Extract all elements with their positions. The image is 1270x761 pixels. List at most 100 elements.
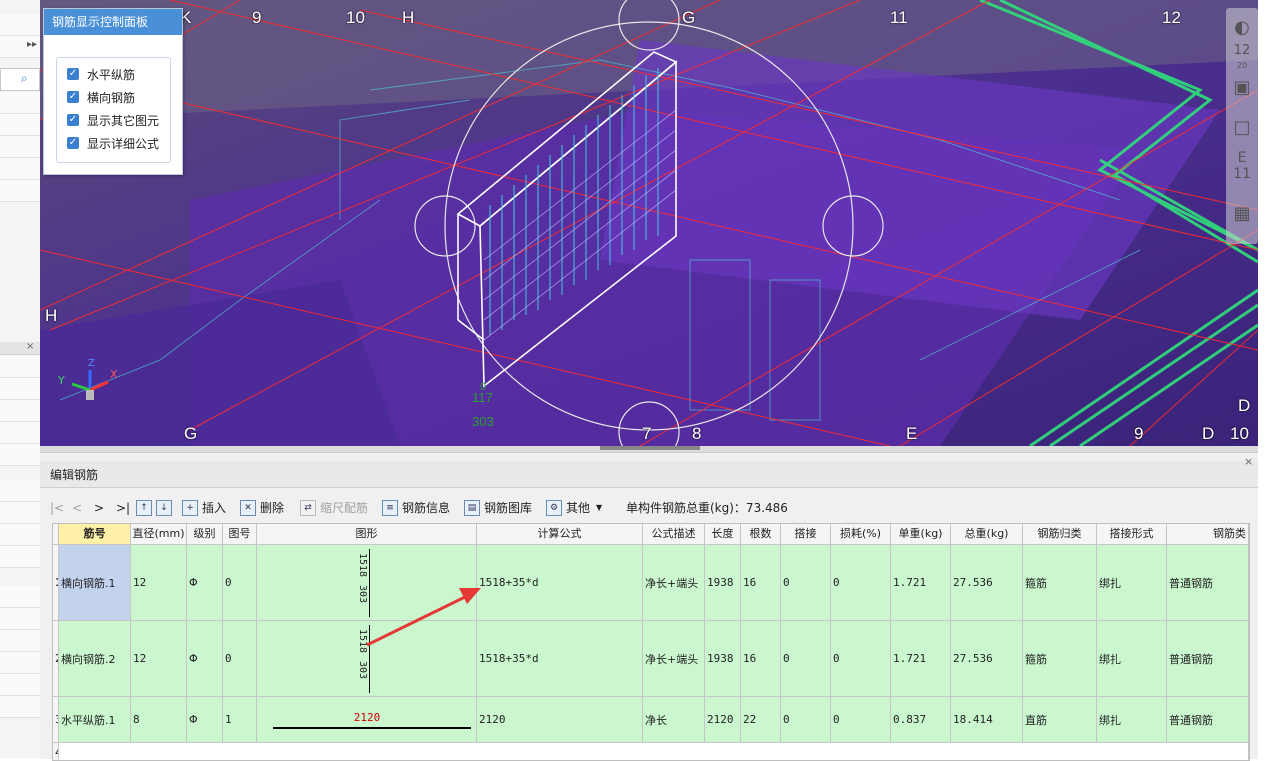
sidebar-section-header: × — [0, 341, 40, 355]
other-label: 其他 — [566, 501, 591, 515]
axis-label: H — [402, 8, 415, 27]
axis-label: E — [906, 424, 918, 443]
3d-viewport[interactable]: 0 117 303 K 9 10 H G 11 12 H G 7 8 E 9 D… — [40, 0, 1258, 446]
axis-label: H — [45, 306, 58, 325]
rebar-info-label: 钢筋信息 — [402, 501, 451, 515]
rebar-library-button[interactable]: ▤ 钢筋图库 — [464, 497, 532, 519]
grid-view-icon[interactable]: ▦ — [1230, 202, 1254, 226]
orbit-icon[interactable]: ◐ — [1230, 16, 1254, 40]
cube-view-icon[interactable]: ▣ — [1230, 76, 1254, 100]
delete-label: 删除 — [260, 501, 285, 515]
nav-next-button[interactable]: > — [94, 497, 104, 519]
edit-rebar-panel: 编辑钢筋 × |< < > >| ↑ ↓ + 插入 ✕ 删除 ⇄ 缩尺配筋 ≡ 钢筋信息… — [40, 452, 1258, 761]
sidebar-row[interactable] — [0, 114, 40, 136]
scene-drawing: 0 117 303 — [40, 0, 1258, 446]
edit-panel-title: 编辑钢筋 — [50, 468, 99, 482]
insert-label: 插入 — [202, 501, 227, 515]
left-sidebar: ▸▸ ⌕ × — [0, 0, 41, 758]
nav-prev-button[interactable]: < — [72, 497, 82, 519]
ruler-rebar-label: 缩尺配筋 — [320, 501, 369, 515]
sidebar-row[interactable] — [0, 586, 40, 608]
view-tool-label: 11 — [1233, 166, 1251, 182]
view-tool-label: 20 — [1236, 61, 1248, 70]
rebar-library-label: 钢筋图库 — [484, 501, 533, 515]
sidebar-row[interactable] — [0, 652, 40, 674]
sidebar-row[interactable] — [0, 356, 40, 378]
option-label: 水平纵筋 — [87, 67, 136, 82]
axis-label: G — [184, 424, 198, 443]
delete-button[interactable]: ✕ 删除 — [240, 497, 284, 519]
box-view-icon[interactable]: □ — [1230, 116, 1254, 140]
axis-label: 9 — [1134, 424, 1144, 443]
rotate-icon[interactable]: E 11 — [1230, 150, 1254, 182]
document-icon: ≡ — [382, 500, 398, 516]
checkbox-checked-icon[interactable]: ✓ — [67, 68, 79, 80]
axis-label: 11 — [890, 8, 908, 27]
sidebar-row[interactable] — [0, 444, 40, 466]
nav-last-button[interactable]: >| — [116, 497, 130, 519]
sidebar-row[interactable] — [0, 400, 40, 422]
panel-title: 钢筋显示控制面板 — [44, 9, 182, 35]
axis-label: 10 — [346, 8, 365, 27]
zoom-level-button[interactable]: 12 20 — [1230, 44, 1254, 71]
sidebar-row[interactable] — [0, 14, 40, 36]
arrow-down-icon: ↓ — [156, 500, 172, 516]
arrow-up-icon: ↑ — [136, 500, 152, 516]
checkbox-checked-icon[interactable]: ✓ — [67, 137, 79, 149]
option-transverse-rebar[interactable]: ✓ 横向钢筋 — [67, 87, 135, 107]
option-show-detailed-formula[interactable]: ✓ 显示详细公式 — [67, 133, 159, 153]
gear-icon: ⚙ — [546, 500, 562, 516]
rebar-display-control-panel: 钢筋显示控制面板 ✓ 水平纵筋 ✓ 横向钢筋 ✓ 显示其它图元 ✓ 显示详细公式 — [43, 8, 183, 175]
other-menu-button[interactable]: ⚙ 其他 ▼ — [546, 497, 602, 519]
sidebar-search[interactable]: ⌕ — [0, 68, 40, 91]
sidebar-row[interactable] — [0, 136, 40, 158]
close-icon[interactable]: × — [1244, 455, 1253, 468]
options-group: ✓ 水平纵筋 ✓ 横向钢筋 ✓ 显示其它图元 ✓ 显示详细公式 — [56, 57, 171, 163]
dim-label-303: 303 — [472, 414, 494, 429]
rebar-info-button[interactable]: ≡ 钢筋信息 — [382, 497, 450, 519]
axis-y-label: Y — [58, 374, 65, 387]
sidebar-row[interactable] — [0, 546, 40, 568]
axis-label: 10 — [1230, 424, 1249, 443]
library-icon: ▤ — [464, 500, 480, 516]
chevron-down-icon: ▼ — [596, 503, 603, 512]
delete-icon: ✕ — [240, 500, 256, 516]
sidebar-row[interactable] — [0, 524, 40, 546]
ruler-rebar-button[interactable]: ⇄ 缩尺配筋 — [300, 497, 368, 519]
dim-label-117: 117 — [472, 390, 493, 405]
insert-icon: + — [182, 500, 198, 516]
sidebar-row[interactable] — [0, 92, 40, 114]
axis-label: 7 — [642, 424, 652, 443]
axis-label: 8 — [692, 424, 702, 443]
nav-first-button[interactable]: |< — [50, 497, 64, 519]
sidebar-row[interactable] — [0, 480, 40, 502]
insert-button[interactable]: + 插入 — [182, 497, 226, 519]
close-icon[interactable]: × — [26, 341, 34, 352]
splitter-grip[interactable] — [600, 446, 700, 450]
option-show-other-elements[interactable]: ✓ 显示其它图元 — [67, 110, 159, 130]
sidebar-row[interactable] — [0, 608, 40, 630]
sidebar-row[interactable] — [0, 378, 40, 400]
view-toolbar: ◐ 12 20 ▣ □ E 11 ▦ — [1226, 8, 1258, 244]
sidebar-row[interactable] — [0, 422, 40, 444]
axis-label: 12 — [1162, 8, 1181, 27]
move-up-button[interactable]: ↑ — [136, 497, 156, 519]
ruler-icon: ⇄ — [300, 500, 316, 516]
sidebar-row[interactable] — [0, 674, 40, 696]
edit-toolbar: |< < > >| ↑ ↓ + 插入 ✕ 删除 ⇄ 缩尺配筋 ≡ 钢筋信息 ▤ 钢筋图库 … — [50, 497, 1246, 519]
sidebar-row[interactable] — [0, 630, 40, 652]
sidebar-row[interactable] — [0, 180, 40, 202]
view-tool-label: E — [1237, 150, 1247, 166]
checkbox-checked-icon[interactable]: ✓ — [67, 114, 79, 126]
sidebar-row[interactable] — [0, 696, 40, 718]
sidebar-row[interactable] — [0, 502, 40, 524]
option-horizontal-longitudinal[interactable]: ✓ 水平纵筋 — [67, 64, 135, 84]
search-icon[interactable]: ⌕ — [21, 71, 28, 86]
move-down-button[interactable]: ↓ — [156, 497, 176, 519]
axis-label: D — [1202, 424, 1215, 443]
option-label: 横向钢筋 — [87, 90, 136, 105]
checkbox-checked-icon[interactable]: ✓ — [67, 91, 79, 103]
sidebar-row[interactable]: ▸▸ — [0, 36, 40, 58]
sidebar-row[interactable] — [0, 158, 40, 180]
axis-label: 9 — [252, 8, 262, 27]
